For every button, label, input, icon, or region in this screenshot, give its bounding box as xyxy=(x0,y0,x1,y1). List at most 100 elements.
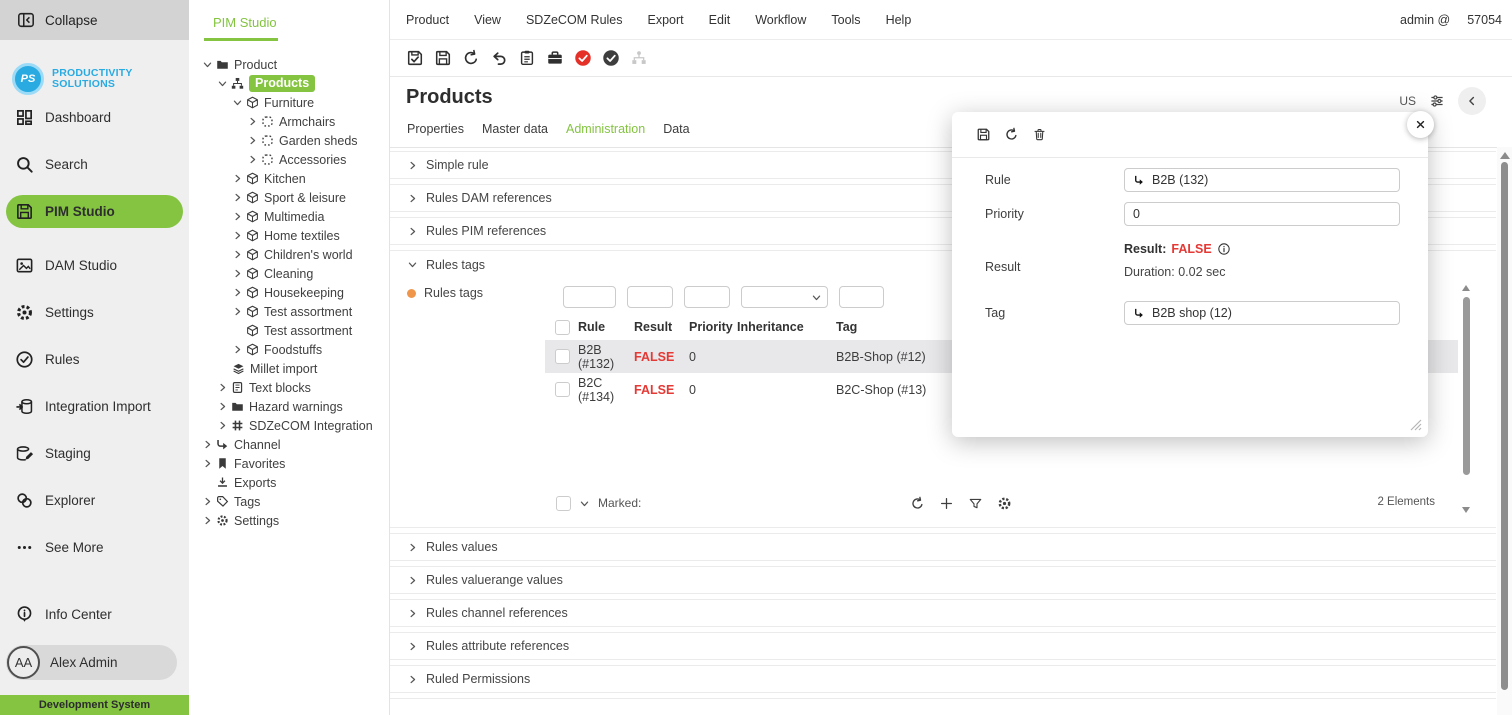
gear-icon[interactable] xyxy=(997,496,1012,511)
reload-icon[interactable] xyxy=(462,49,480,67)
tree-node-exports[interactable]: Exports xyxy=(189,473,389,492)
tree-node-multimedia[interactable]: Multimedia xyxy=(189,207,389,226)
user-menu[interactable]: AA Alex Admin xyxy=(6,645,177,680)
undo-icon[interactable] xyxy=(490,49,508,67)
dark-check-circle-icon[interactable] xyxy=(602,49,620,67)
sidebar-item-info-center[interactable]: Info Center xyxy=(0,591,189,638)
filter-rule-input[interactable] xyxy=(563,286,616,308)
menu-help[interactable]: Help xyxy=(886,13,912,27)
chevron-down-icon[interactable] xyxy=(232,97,243,108)
chevron-right-icon[interactable] xyxy=(217,420,228,431)
save-icon[interactable] xyxy=(434,49,452,67)
sidebar-item-explorer[interactable]: Explorer xyxy=(0,477,189,524)
tab-properties[interactable]: Properties xyxy=(407,122,464,147)
chevron-right-icon[interactable] xyxy=(202,458,213,469)
menu-export[interactable]: Export xyxy=(648,13,684,27)
filter-tag-input[interactable] xyxy=(839,286,884,308)
tree-node-housekeeping[interactable]: Housekeeping xyxy=(189,283,389,302)
tree-node-products[interactable]: Products xyxy=(189,74,389,93)
collapse-panel-button[interactable] xyxy=(1458,87,1486,115)
column-priority[interactable]: Priority xyxy=(689,320,737,334)
menu-product[interactable]: Product xyxy=(406,13,449,27)
chevron-down-icon[interactable] xyxy=(579,498,590,509)
page-scrollbar[interactable] xyxy=(1497,147,1512,715)
chevron-right-icon[interactable] xyxy=(232,344,243,355)
chevron-right-icon[interactable] xyxy=(232,249,243,260)
sidebar-item-search[interactable]: Search xyxy=(0,141,189,188)
column-rule[interactable]: Rule xyxy=(578,320,634,334)
tree-node-garden-sheds[interactable]: Garden sheds xyxy=(189,131,389,150)
chevron-right-icon[interactable] xyxy=(232,211,243,222)
priority-field[interactable]: 0 xyxy=(1124,202,1400,226)
menu-tools[interactable]: Tools xyxy=(831,13,860,27)
tree-node-millet-import[interactable]: Millet import xyxy=(189,359,389,378)
chevron-right-icon[interactable] xyxy=(247,116,258,127)
tab-master-data[interactable]: Master data xyxy=(482,122,548,147)
chevron-down-icon[interactable] xyxy=(217,78,228,89)
column-result[interactable]: Result xyxy=(634,320,689,334)
chevron-right-icon[interactable] xyxy=(247,154,258,165)
tab-data[interactable]: Data xyxy=(663,122,689,147)
sidebar-item-rules[interactable]: Rules xyxy=(0,336,189,383)
tab-administration[interactable]: Administration xyxy=(566,122,645,147)
tree-node-channel[interactable]: Channel xyxy=(189,435,389,454)
sliders-icon[interactable] xyxy=(1429,93,1445,109)
tree-node-kitchen[interactable]: Kitchen xyxy=(189,169,389,188)
tag-field[interactable]: B2B shop (12) xyxy=(1124,301,1400,325)
filter-priority-input[interactable] xyxy=(684,286,730,308)
tree-node-favorites[interactable]: Favorites xyxy=(189,454,389,473)
chevron-right-icon[interactable] xyxy=(232,173,243,184)
tree-node-hazard-warnings[interactable]: Hazard warnings xyxy=(189,397,389,416)
menu-edit[interactable]: Edit xyxy=(709,13,731,27)
menu-sdzecom-rules[interactable]: SDZeCOM Rules xyxy=(526,13,623,27)
accordion-ruled-permissions[interactable]: Ruled Permissions xyxy=(390,665,1496,693)
save-icon[interactable] xyxy=(976,127,991,142)
column-inheritance[interactable]: Inheritance xyxy=(737,320,836,334)
resize-handle[interactable] xyxy=(1410,419,1422,431)
chevron-down-icon[interactable] xyxy=(202,59,213,70)
list-scrollbar[interactable] xyxy=(1459,280,1473,523)
tree-node-test-assortment-1[interactable]: Test assortment xyxy=(189,302,389,321)
filter-icon[interactable] xyxy=(968,496,983,511)
save-check-icon[interactable] xyxy=(406,49,424,67)
reload-icon[interactable] xyxy=(1004,127,1019,142)
menu-workflow[interactable]: Workflow xyxy=(755,13,806,27)
tree-node-tags[interactable]: Tags xyxy=(189,492,389,511)
sidebar-item-staging[interactable]: Staging xyxy=(0,430,189,477)
scroll-up-arrow[interactable] xyxy=(1500,152,1510,159)
locale-label[interactable]: US xyxy=(1399,94,1416,108)
tree-node-cleaning[interactable]: Cleaning xyxy=(189,264,389,283)
red-check-circle-icon[interactable] xyxy=(574,49,592,67)
chevron-right-icon[interactable] xyxy=(232,306,243,317)
tree-node-accessories[interactable]: Accessories xyxy=(189,150,389,169)
row-checkbox[interactable] xyxy=(555,382,570,397)
chevron-right-icon[interactable] xyxy=(217,401,228,412)
chevron-right-icon[interactable] xyxy=(232,230,243,241)
tree-node-foodstuffs[interactable]: Foodstuffs xyxy=(189,340,389,359)
tree-node-text-blocks[interactable]: Text blocks xyxy=(189,378,389,397)
chevron-right-icon[interactable] xyxy=(202,515,213,526)
accordion-rules-channel-references[interactable]: Rules channel references xyxy=(390,599,1496,627)
filter-inheritance-select[interactable] xyxy=(741,286,828,308)
sidebar-item-dam-studio[interactable]: DAM Studio xyxy=(0,242,189,289)
rule-field[interactable]: B2B (132) xyxy=(1124,168,1400,192)
sidebar-item-dashboard[interactable]: Dashboard xyxy=(0,94,189,141)
accordion-rules-attribute-references[interactable]: Rules attribute references xyxy=(390,632,1496,660)
chevron-right-icon[interactable] xyxy=(232,192,243,203)
sidebar-item-integration-import[interactable]: Integration Import xyxy=(0,383,189,430)
delete-icon[interactable] xyxy=(1032,127,1047,142)
scroll-up-arrow[interactable] xyxy=(1462,285,1470,291)
marked-checkbox[interactable] xyxy=(556,496,571,511)
add-icon[interactable] xyxy=(939,496,954,511)
scrollbar-thumb[interactable] xyxy=(1463,297,1470,475)
tree-panel-tab[interactable]: PIM Studio xyxy=(213,15,277,30)
accordion-rules-values[interactable]: Rules values xyxy=(390,533,1496,561)
reload-icon[interactable] xyxy=(910,496,925,511)
tree-node-furniture[interactable]: Furniture xyxy=(189,93,389,112)
collapse-button[interactable]: Collapse xyxy=(0,0,189,40)
row-checkbox[interactable] xyxy=(555,349,570,364)
briefcase-icon[interactable] xyxy=(546,49,564,67)
sidebar-item-settings[interactable]: Settings xyxy=(0,289,189,336)
tree-node-product[interactable]: Product xyxy=(189,55,389,74)
tree-node-settings[interactable]: Settings xyxy=(189,511,389,530)
